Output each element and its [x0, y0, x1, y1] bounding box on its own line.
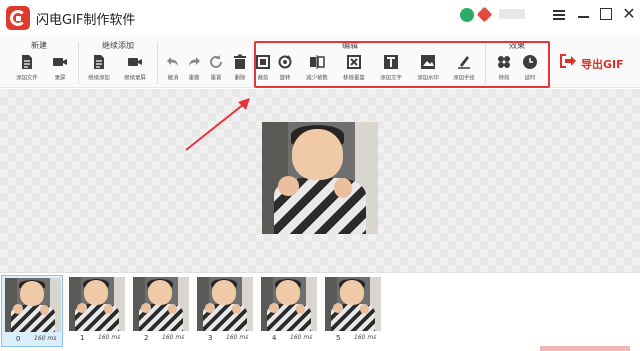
frame-index: 1 [80, 334, 85, 342]
frame-index: 5 [336, 334, 341, 342]
gif-preview[interactable] [262, 122, 378, 234]
app-logo-icon [6, 6, 30, 30]
frame-item[interactable]: 4 160 ms [258, 275, 320, 347]
frame-thumbnail [133, 277, 189, 331]
frame-index: 3 [208, 334, 213, 342]
continue-add-icon [91, 54, 107, 70]
vip-icon[interactable] [476, 6, 493, 23]
frame-item[interactable]: 1 160 ms [66, 275, 128, 347]
close-button[interactable]: ✕ [619, 5, 639, 23]
frame-thumbnail [5, 278, 61, 332]
continue-record-button[interactable]: 继续录屏 [118, 54, 152, 86]
frame-index: 0 [16, 335, 21, 343]
frame-item[interactable]: 5 160 ms [322, 275, 384, 347]
frame-item[interactable]: 0 160 ms [1, 275, 63, 347]
maximize-button[interactable] [596, 5, 616, 23]
frame-thumbnail [197, 277, 253, 331]
frame-item[interactable]: 2 160 ms [130, 275, 192, 347]
frame-strip[interactable]: 0 160 ms 1 160 ms 2 160 ms 3 160 ms 4 16… [0, 272, 640, 351]
frame-duration[interactable]: 160 ms [354, 334, 376, 341]
title-bar: 闪电GIF制作软件 ✕ [0, 0, 640, 36]
frame-thumbnail [325, 277, 381, 331]
frame-thumbnail [261, 277, 317, 331]
app-window: 闪电GIF制作软件 ✕ 新建 继续添加 编辑 效果 添加文件 录屏 继续添加 继… [0, 0, 640, 351]
frame-duration[interactable]: 160 ms [226, 334, 248, 341]
export-gif-button[interactable]: 导出GIF [581, 56, 624, 72]
frame-thumbnail [69, 277, 125, 331]
menu-button[interactable] [549, 5, 569, 23]
continue-add-button[interactable]: 继续添加 [82, 54, 116, 86]
annotation-arrow [185, 98, 250, 151]
user-name[interactable] [499, 9, 525, 19]
add-file-button[interactable]: 添加文件 [10, 54, 44, 86]
separator [78, 42, 79, 84]
preview-photo [262, 122, 378, 234]
frame-duration[interactable]: 160 ms [162, 334, 184, 341]
record-screen-icon [52, 54, 68, 70]
edit-tools-highlight [254, 41, 550, 88]
wechat-icon[interactable] [460, 8, 474, 22]
export-icon[interactable] [558, 52, 576, 70]
group-title-new: 新建 [31, 41, 47, 50]
group-title-continue: 继续添加 [102, 41, 134, 50]
frame-index: 2 [144, 334, 149, 342]
frame-item[interactable]: 3 160 ms [194, 275, 256, 347]
status-strip [540, 346, 630, 351]
app-title: 闪电GIF制作软件 [36, 13, 136, 28]
frame-duration[interactable]: 160 ms [98, 334, 120, 341]
add-file-icon [19, 54, 35, 70]
frame-index: 4 [272, 334, 277, 342]
minimize-button[interactable] [574, 5, 594, 23]
record-screen-button[interactable]: 录屏 [43, 54, 77, 86]
frame-duration[interactable]: 160 ms [34, 335, 56, 342]
reset-icon [208, 54, 224, 70]
frame-duration[interactable]: 160 ms [290, 334, 312, 341]
continue-record-icon [127, 54, 143, 70]
